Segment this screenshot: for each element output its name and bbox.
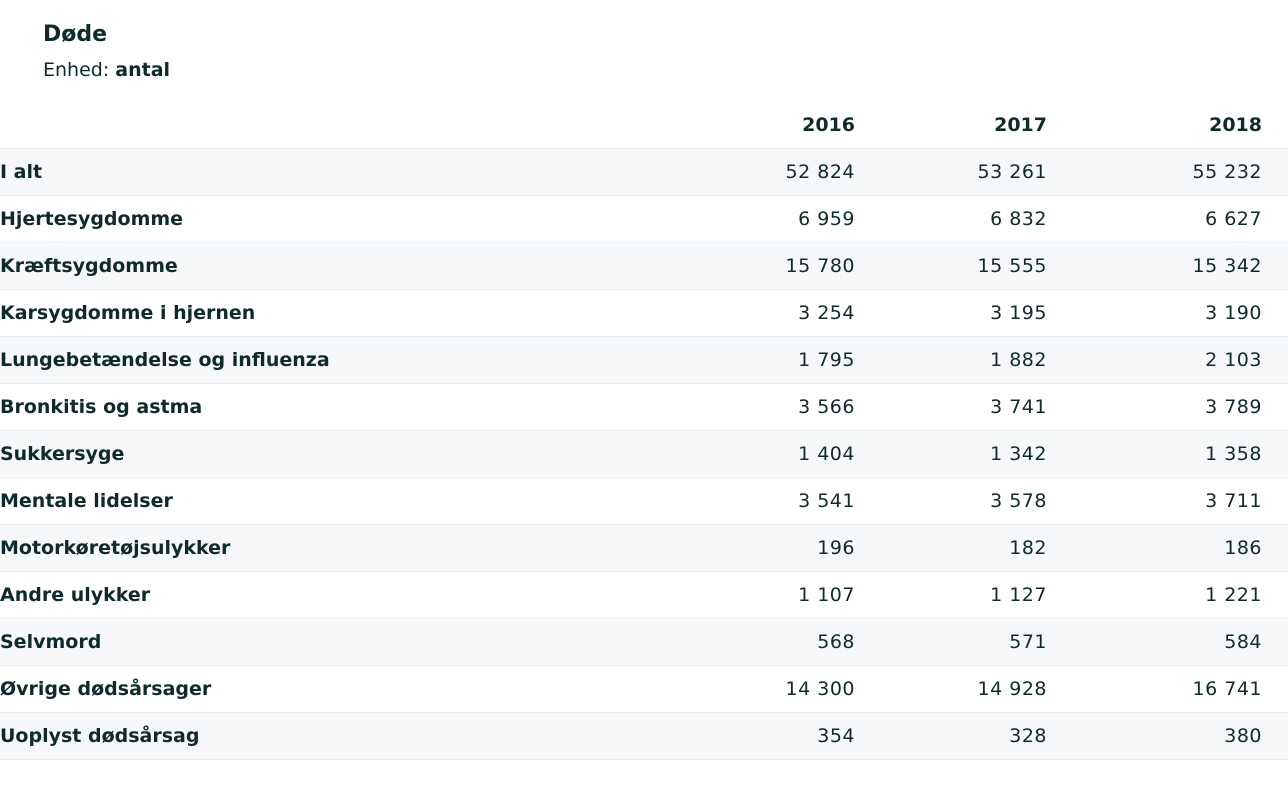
cell-2018: 1 358 [1205,443,1262,465]
row-label: Bronkitis og astma [0,396,203,418]
pad-cell [1262,337,1288,384]
row-label: Selvmord [0,631,102,653]
row-label: Øvrige dødsårsager [0,678,212,700]
table-row: Øvrige dødsårsager 14 300 14 928 16 741 [0,665,1288,713]
pad-cell [1262,666,1288,713]
row-label: Kræftsygdomme [0,255,178,277]
cell-2018: 584 [1224,631,1262,653]
row-label: Uoplyst dødsårsag [0,725,200,747]
pad-cell [1262,384,1288,431]
table-row: Uoplyst dødsårsag 354 328 380 [0,712,1288,760]
column-header-2017: 2017 [994,114,1047,136]
cell-2016: 14 300 [785,678,855,700]
pad-cell [1262,290,1288,337]
cell-2016: 3 566 [798,396,855,418]
cell-2018: 186 [1224,537,1262,559]
cell-2017: 3 741 [990,396,1047,418]
table-row: Motorkøretøjsulykker 196 182 186 [0,524,1288,572]
row-label: I alt [0,161,43,183]
cell-2016: 1 404 [798,443,855,465]
cell-2017: 1 882 [990,349,1047,371]
cell-2017: 6 832 [990,208,1047,230]
cell-2018: 1 221 [1205,584,1262,606]
cell-2017: 571 [1009,631,1047,653]
cell-2018: 3 789 [1205,396,1262,418]
cell-2016: 568 [817,631,855,653]
cell-2016: 196 [817,537,855,559]
pad-cell [1262,525,1288,572]
row-label: Andre ulykker [0,584,151,606]
column-header-2018: 2018 [1209,114,1262,136]
cell-2016: 15 780 [785,255,855,277]
table-row: Karsygdomme i hjernen 3 254 3 195 3 190 [0,289,1288,337]
table-row: Mentale lidelser 3 541 3 578 3 711 [0,477,1288,525]
pad-cell [1262,196,1288,243]
cell-2017: 14 928 [977,678,1047,700]
row-label: Karsygdomme i hjernen [0,302,256,324]
row-label: Lungebetændelse og influenza [0,349,330,371]
cell-2017: 53 261 [977,161,1047,183]
cell-2017: 3 195 [990,302,1047,324]
cell-2017: 1 127 [990,584,1047,606]
header-row: 2016 2017 2018 [0,102,1288,149]
table-title: Døde [43,22,108,47]
cell-2016: 354 [817,725,855,747]
table-header: 2016 2017 2018 [0,102,1288,149]
data-table: 2016 2017 2018 I alt 52 824 53 261 55 23… [0,102,1288,760]
pad-cell [1262,243,1288,290]
cell-2018: 55 232 [1192,161,1262,183]
cell-2018: 2 103 [1205,349,1262,371]
pad-cell [1262,478,1288,525]
unit-line: Enhed: antal [43,57,170,83]
column-header-2016: 2016 [802,114,855,136]
cell-2018: 380 [1224,725,1262,747]
table-row: Lungebetændelse og influenza 1 795 1 882… [0,336,1288,384]
table-row: Kræftsygdomme 15 780 15 555 15 342 [0,242,1288,290]
table-row: Andre ulykker 1 107 1 127 1 221 [0,571,1288,619]
pad-cell [1262,431,1288,478]
cell-2018: 3 711 [1205,490,1262,512]
unit-label: Enhed: [43,59,110,81]
pad-cell [1262,572,1288,619]
table-row: Selvmord 568 571 584 [0,618,1288,666]
table-row: Sukkersyge 1 404 1 342 1 358 [0,430,1288,478]
cell-2017: 182 [1009,537,1047,559]
row-label: Motorkøretøjsulykker [0,537,231,559]
unit-value: antal [115,59,171,81]
cell-2017: 1 342 [990,443,1047,465]
cell-2016: 3 254 [798,302,855,324]
row-label: Mentale lidelser [0,490,173,512]
cell-2016: 1 795 [798,349,855,371]
pad-cell [1262,619,1288,666]
cell-2018: 15 342 [1192,255,1262,277]
table-body: I alt 52 824 53 261 55 232 Hjertesygdomm… [0,148,1288,760]
table-row: Bronkitis og astma 3 566 3 741 3 789 [0,383,1288,431]
statistics-table-panel: Døde Enhed: antal 2016 2017 2018 I alt 5… [0,0,1288,787]
cell-2017: 15 555 [977,255,1047,277]
cell-2018: 16 741 [1192,678,1262,700]
cell-2017: 3 578 [990,490,1047,512]
cell-2016: 1 107 [798,584,855,606]
row-label: Sukkersyge [0,443,125,465]
pad-cell [1262,149,1288,196]
cell-2016: 52 824 [785,161,855,183]
header-label-cell [0,102,620,149]
pad-cell [1262,713,1288,760]
row-label: Hjertesygdomme [0,208,184,230]
cell-2017: 328 [1009,725,1047,747]
cell-2018: 6 627 [1205,208,1262,230]
header-pad-cell [1262,102,1288,149]
table-row: Hjertesygdomme 6 959 6 832 6 627 [0,195,1288,243]
cell-2016: 6 959 [798,208,855,230]
table-row: I alt 52 824 53 261 55 232 [0,148,1288,196]
cell-2018: 3 190 [1205,302,1262,324]
cell-2016: 3 541 [798,490,855,512]
